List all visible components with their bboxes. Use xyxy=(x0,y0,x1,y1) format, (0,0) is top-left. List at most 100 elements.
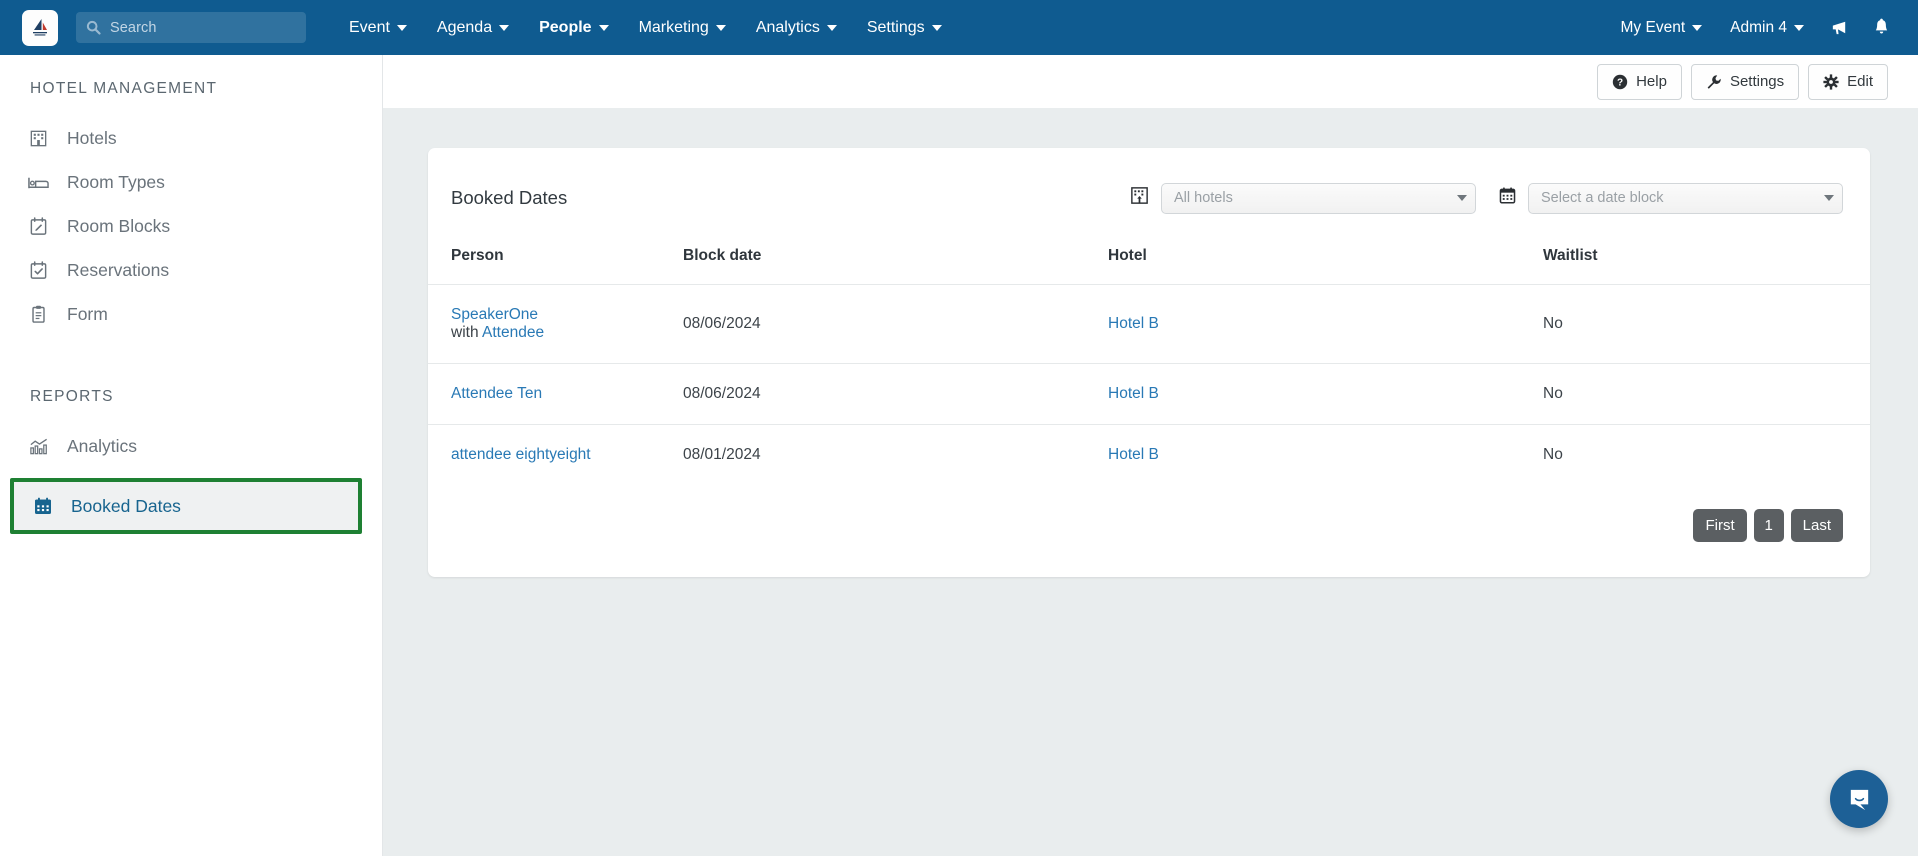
sidebar-item-room-types[interactable]: Room Types xyxy=(0,160,382,204)
hotel-icon xyxy=(1129,185,1150,211)
sidebar-item-room-blocks[interactable]: Room Blocks xyxy=(0,204,382,248)
logo-sail-icon xyxy=(33,18,47,35)
hotel-select[interactable]: All hotels xyxy=(1161,182,1476,214)
cell-hotel: Hotel B xyxy=(1108,424,1543,485)
gear-icon xyxy=(1823,73,1839,90)
secondary-nav: My Event Admin 4 xyxy=(1607,0,1918,55)
sidebar-item-label: Reservations xyxy=(67,259,170,280)
person-with-prefix: with xyxy=(451,324,483,341)
table-row: Attendee Ten 08/06/2024 Hotel B No xyxy=(428,363,1870,425)
search-input[interactable]: Search xyxy=(76,12,306,43)
person-with-link[interactable]: Attendee xyxy=(482,324,544,341)
sidebar-item-label: Hotels xyxy=(67,127,117,148)
date-block-select[interactable]: Select a date block xyxy=(1528,182,1843,214)
chevron-down-icon xyxy=(931,24,942,31)
settings-button-label: Settings xyxy=(1729,73,1785,90)
pagination-page-1[interactable]: 1 xyxy=(1753,509,1784,542)
table-header: Person Block date Hotel Waitlist xyxy=(428,237,1870,285)
person-link[interactable]: attendee eightyeight xyxy=(451,446,591,463)
nav-item-agenda[interactable]: Agenda xyxy=(422,0,524,55)
hotel-link[interactable]: Hotel B xyxy=(1108,385,1159,402)
sidebar-item-analytics[interactable]: Analytics xyxy=(0,424,382,468)
nav-item-settings[interactable]: Settings xyxy=(852,0,957,55)
sidebar-section-title: REPORTS xyxy=(30,388,114,405)
sidebar-item-form[interactable]: Form xyxy=(0,292,382,336)
content-area: Booked Dates All hotels Select a date bl… xyxy=(383,108,1918,856)
chevron-down-icon xyxy=(1794,24,1804,31)
megaphone-icon xyxy=(1832,21,1845,35)
event-selector-label: My Event xyxy=(1620,18,1686,36)
nav-item-people[interactable]: People xyxy=(524,0,623,55)
card-title: Booked Dates xyxy=(451,187,568,208)
person-link[interactable]: SpeakerOne xyxy=(451,306,538,323)
hotel-icon xyxy=(27,127,50,150)
edit-button[interactable]: Edit xyxy=(1808,63,1888,100)
booked-dates-highlight-box: Booked Dates xyxy=(10,478,362,534)
bed-icon xyxy=(27,171,50,194)
help-button[interactable]: ? Help xyxy=(1597,63,1682,100)
sidebar-item-label: Analytics xyxy=(67,435,138,456)
nav-item-marketing[interactable]: Marketing xyxy=(624,0,741,55)
nav-item-label: Event xyxy=(349,18,390,36)
sidebar-section-title: HOTEL MANAGEMENT xyxy=(30,80,218,97)
calendar-icon xyxy=(31,495,54,518)
sidebar-item-booked-dates[interactable]: Booked Dates xyxy=(14,482,358,530)
date-block-filter: Select a date block xyxy=(1498,182,1843,214)
nav-item-analytics[interactable]: Analytics xyxy=(741,0,852,55)
calendar-check-icon xyxy=(27,259,50,282)
app-logo[interactable] xyxy=(22,9,58,46)
table-row: attendee eightyeight 08/01/2024 Hotel B … xyxy=(428,424,1870,485)
chevron-down-icon xyxy=(1692,24,1703,31)
sidebar: HOTEL MANAGEMENT Hotels Room Types Room … xyxy=(0,55,383,856)
column-header-hotel: Hotel xyxy=(1108,247,1147,264)
page-action-bar: ? Help Settings Edit xyxy=(383,55,1918,108)
cell-person: attendee eightyeight xyxy=(428,424,683,485)
cell-waitlist: No xyxy=(1543,284,1870,364)
cell-block-date: 08/06/2024 xyxy=(683,284,1108,364)
search-placeholder: Search xyxy=(110,19,157,36)
booked-dates-card: Booked Dates All hotels Select a date bl… xyxy=(428,148,1870,577)
person-link[interactable]: Attendee Ten xyxy=(451,385,542,402)
pagination-last-button[interactable]: Last xyxy=(1790,509,1843,542)
hotel-select-value: All hotels xyxy=(1174,190,1233,206)
booked-dates-table: Person Block date Hotel Waitlist Speaker… xyxy=(428,237,1870,485)
hotel-link[interactable]: Hotel B xyxy=(1108,446,1159,463)
sidebar-list-hotel-management: Hotels Room Types Room Blocks Reservatio… xyxy=(0,116,382,336)
chevron-down-icon xyxy=(499,24,510,31)
chat-launcher-button[interactable] xyxy=(1830,770,1888,828)
help-icon: ? xyxy=(1612,74,1628,89)
calendar-edit-icon xyxy=(27,215,50,238)
hotel-link[interactable]: Hotel B xyxy=(1108,315,1159,332)
help-button-label: Help xyxy=(1636,73,1667,90)
admin-menu-label: Admin 4 xyxy=(1730,18,1787,36)
hotel-filter: All hotels xyxy=(1129,182,1476,214)
admin-menu[interactable]: Admin 4 xyxy=(1716,0,1818,55)
chart-icon xyxy=(27,435,50,458)
cell-person: Attendee Ten xyxy=(428,363,683,425)
event-selector[interactable]: My Event xyxy=(1607,0,1717,55)
pagination: First 1 Last xyxy=(428,485,1870,577)
sidebar-item-hotels[interactable]: Hotels xyxy=(0,116,382,160)
sidebar-item-reservations[interactable]: Reservations xyxy=(0,248,382,292)
chevron-down-icon xyxy=(715,24,726,31)
notifications-button[interactable] xyxy=(1860,0,1902,55)
cell-waitlist: No xyxy=(1543,424,1870,485)
sidebar-item-label: Room Types xyxy=(67,171,165,192)
calendar-icon xyxy=(1498,186,1517,211)
cell-person: SpeakerOne with Attendee xyxy=(428,284,683,364)
announcements-button[interactable] xyxy=(1818,0,1860,55)
column-header-person: Person xyxy=(451,247,504,264)
edit-button-label: Edit xyxy=(1847,73,1873,90)
cell-block-date: 08/01/2024 xyxy=(683,424,1108,485)
pagination-first-button[interactable]: First xyxy=(1693,509,1747,542)
nav-item-event[interactable]: Event xyxy=(334,0,422,55)
chevron-down-icon xyxy=(396,24,407,31)
search-icon xyxy=(86,20,101,35)
chevron-down-icon xyxy=(826,24,837,31)
nav-item-label: Agenda xyxy=(436,18,493,36)
chevron-down-icon xyxy=(1824,195,1834,201)
cell-block-date: 08/06/2024 xyxy=(683,363,1108,425)
svg-text:?: ? xyxy=(1617,77,1623,88)
bell-icon xyxy=(1875,18,1887,34)
settings-button[interactable]: Settings xyxy=(1690,63,1800,100)
